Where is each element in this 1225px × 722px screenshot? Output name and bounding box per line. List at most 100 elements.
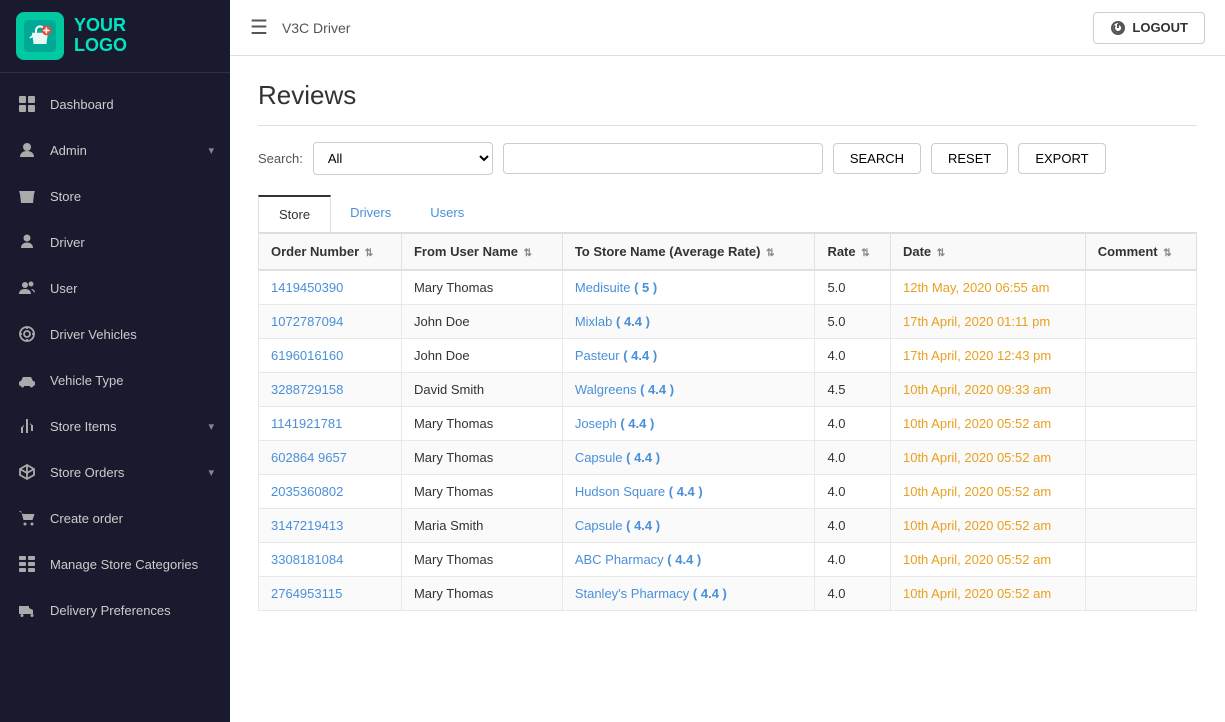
- cart-icon: [16, 507, 38, 529]
- from-user-cell: David Smith: [401, 373, 562, 407]
- sidebar-item-user[interactable]: User: [0, 265, 230, 311]
- rate-cell: 4.0: [815, 543, 891, 577]
- comment-cell: [1085, 543, 1196, 577]
- to-store-cell[interactable]: Mixlab ( 4.4 ): [562, 305, 815, 339]
- sidebar-item-dashboard[interactable]: Dashboard: [0, 81, 230, 127]
- menu-icon[interactable]: ☰: [250, 15, 268, 40]
- rate-cell: 4.0: [815, 339, 891, 373]
- rate-cell: 4.0: [815, 577, 891, 611]
- sort-icon: ⇅: [524, 248, 532, 259]
- store-icon: [16, 185, 38, 207]
- order-number-cell[interactable]: 3147219413: [259, 509, 402, 543]
- order-number-cell[interactable]: 1072787094: [259, 305, 402, 339]
- comment-cell: [1085, 305, 1196, 339]
- to-store-cell[interactable]: Capsule ( 4.4 ): [562, 441, 815, 475]
- to-store-cell[interactable]: Stanley's Pharmacy ( 4.4 ): [562, 577, 815, 611]
- rate-cell: 4.0: [815, 441, 891, 475]
- tab-drivers[interactable]: Drivers: [330, 195, 411, 232]
- date-cell: 10th April, 2020 09:33 am: [890, 373, 1085, 407]
- sidebar-item-driver[interactable]: Driver: [0, 219, 230, 265]
- date-cell: 10th April, 2020 05:52 am: [890, 441, 1085, 475]
- sidebar-nav: Dashboard Admin ▾ Store Driver: [0, 73, 230, 722]
- tab-store[interactable]: Store: [258, 195, 331, 232]
- table-row: 1072787094John DoeMixlab ( 4.4 )5.017th …: [259, 305, 1197, 339]
- sidebar-item-vehicle-type[interactable]: Vehicle Type: [0, 357, 230, 403]
- content-area: Reviews Search: All Order Number From Us…: [230, 56, 1225, 722]
- order-number-cell[interactable]: 1419450390: [259, 270, 402, 305]
- to-store-cell[interactable]: Hudson Square ( 4.4 ): [562, 475, 815, 509]
- from-user-cell: Mary Thomas: [401, 270, 562, 305]
- rate-cell: 5.0: [815, 270, 891, 305]
- logo-icon: [16, 12, 64, 60]
- chevron-down-icon: ▾: [208, 466, 214, 479]
- date-cell: 17th April, 2020 01:11 pm: [890, 305, 1085, 339]
- sidebar-item-admin[interactable]: Admin ▾: [0, 127, 230, 173]
- to-store-cell[interactable]: Joseph ( 4.4 ): [562, 407, 815, 441]
- table-row: 602864 9657Mary ThomasCapsule ( 4.4 )4.0…: [259, 441, 1197, 475]
- reset-button[interactable]: RESET: [931, 143, 1008, 174]
- from-user-cell: Mary Thomas: [401, 543, 562, 577]
- delivery-icon: [16, 599, 38, 621]
- table-row: 1141921781Mary ThomasJoseph ( 4.4 )4.010…: [259, 407, 1197, 441]
- sort-icon: ⇅: [365, 248, 373, 259]
- reviews-table: Order Number ⇅ From User Name ⇅ To Store…: [258, 233, 1197, 611]
- sidebar-item-manage-store-categories[interactable]: Manage Store Categories: [0, 541, 230, 587]
- logo-text: YOUR LOGO: [74, 16, 127, 56]
- order-number-cell[interactable]: 3288729158: [259, 373, 402, 407]
- sort-icon: ⇅: [937, 248, 945, 259]
- driver-icon: [16, 231, 38, 253]
- from-user-cell: Mary Thomas: [401, 441, 562, 475]
- to-store-cell[interactable]: Pasteur ( 4.4 ): [562, 339, 815, 373]
- export-button[interactable]: EXPORT: [1018, 143, 1105, 174]
- table-row: 3147219413Maria SmithCapsule ( 4.4 )4.01…: [259, 509, 1197, 543]
- search-button[interactable]: SEARCH: [833, 143, 921, 174]
- from-user-cell: John Doe: [401, 305, 562, 339]
- logout-button[interactable]: LOGOUT: [1093, 12, 1205, 44]
- rate-cell: 4.0: [815, 407, 891, 441]
- tab-users[interactable]: Users: [410, 195, 484, 232]
- to-store-cell[interactable]: Capsule ( 4.4 ): [562, 509, 815, 543]
- comment-cell: [1085, 407, 1196, 441]
- fork-icon: [16, 415, 38, 437]
- sidebar-item-delivery-preferences[interactable]: Delivery Preferences: [0, 587, 230, 633]
- sort-icon: ⇅: [861, 248, 869, 259]
- users-icon: [16, 277, 38, 299]
- to-store-cell[interactable]: ABC Pharmacy ( 4.4 ): [562, 543, 815, 577]
- order-number-cell[interactable]: 6196016160: [259, 339, 402, 373]
- sidebar-item-store[interactable]: Store: [0, 173, 230, 219]
- sidebar-item-store-orders[interactable]: Store Orders ▾: [0, 449, 230, 495]
- search-input[interactable]: [503, 143, 823, 174]
- to-store-cell[interactable]: Medisuite ( 5 ): [562, 270, 815, 305]
- order-number-cell[interactable]: 2764953115: [259, 577, 402, 611]
- sidebar: YOUR LOGO Dashboard Admin ▾ Store: [0, 0, 230, 722]
- comment-cell: [1085, 577, 1196, 611]
- chevron-down-icon: ▾: [208, 144, 214, 157]
- col-comment: Comment ⇅: [1085, 234, 1196, 271]
- search-select[interactable]: All Order Number From User Name To Store…: [313, 142, 493, 175]
- col-from-user: From User Name ⇅: [401, 234, 562, 271]
- col-date: Date ⇅: [890, 234, 1085, 271]
- comment-cell: [1085, 509, 1196, 543]
- date-cell: 17th April, 2020 12:43 pm: [890, 339, 1085, 373]
- comment-cell: [1085, 270, 1196, 305]
- rate-cell: 4.0: [815, 509, 891, 543]
- col-order-number: Order Number ⇅: [259, 234, 402, 271]
- order-number-cell[interactable]: 1141921781: [259, 407, 402, 441]
- to-store-cell[interactable]: Walgreens ( 4.4 ): [562, 373, 815, 407]
- order-number-cell[interactable]: 602864 9657: [259, 441, 402, 475]
- rate-cell: 4.0: [815, 475, 891, 509]
- from-user-cell: Maria Smith: [401, 509, 562, 543]
- target-icon: [16, 323, 38, 345]
- rate-cell: 4.5: [815, 373, 891, 407]
- sidebar-item-driver-vehicles[interactable]: Driver Vehicles: [0, 311, 230, 357]
- order-number-cell[interactable]: 3308181084: [259, 543, 402, 577]
- sidebar-item-create-order[interactable]: Create order: [0, 495, 230, 541]
- date-cell: 10th April, 2020 05:52 am: [890, 475, 1085, 509]
- sidebar-item-store-items[interactable]: Store Items ▾: [0, 403, 230, 449]
- order-number-cell[interactable]: 2035360802: [259, 475, 402, 509]
- comment-cell: [1085, 339, 1196, 373]
- comment-cell: [1085, 475, 1196, 509]
- table-row: 1419450390Mary ThomasMedisuite ( 5 )5.01…: [259, 270, 1197, 305]
- topbar-title: V3C Driver: [282, 20, 1093, 36]
- comment-cell: [1085, 373, 1196, 407]
